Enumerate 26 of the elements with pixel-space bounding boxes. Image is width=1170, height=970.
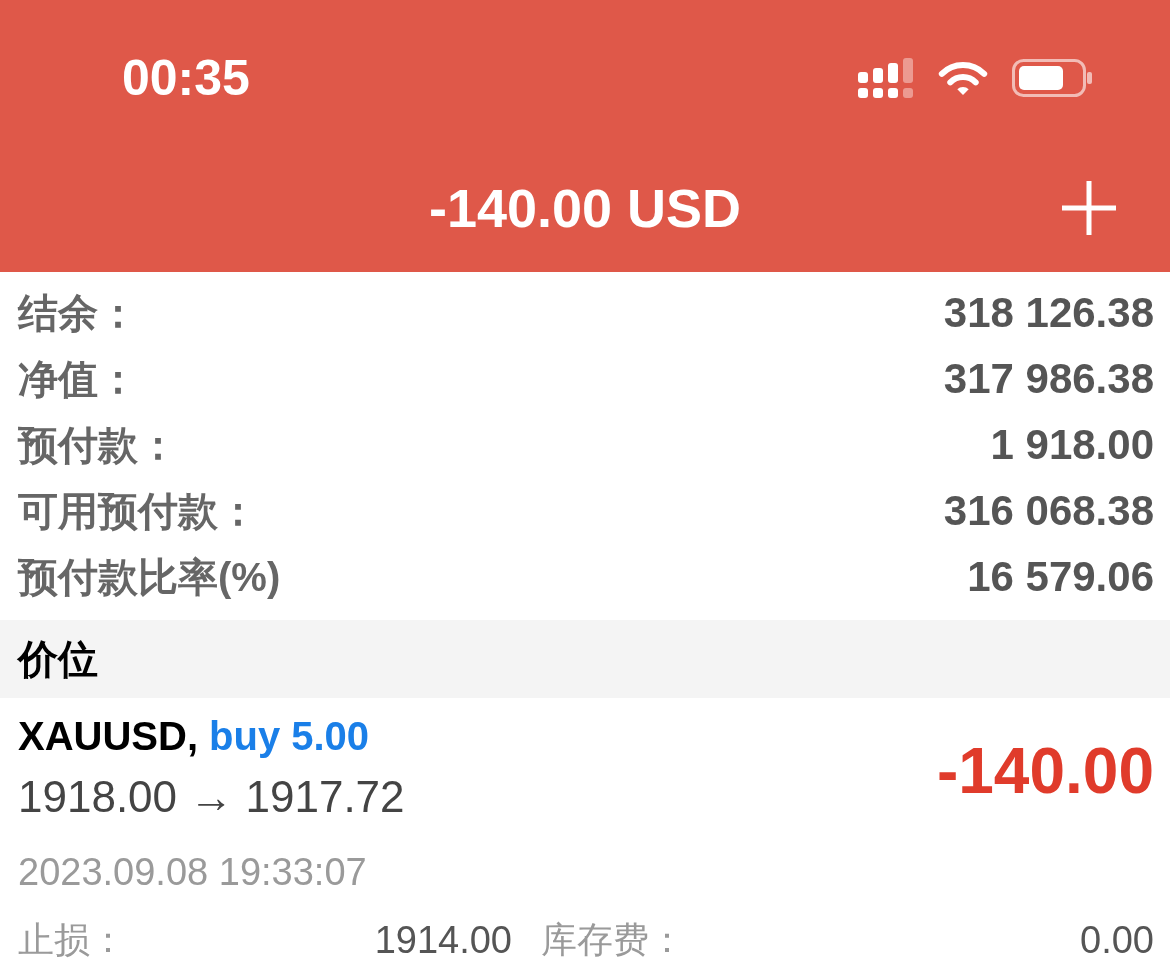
- price-change: 1918.00 → 1917.72: [18, 775, 405, 819]
- account-value: 1 918.00: [990, 424, 1154, 466]
- position-symbol: XAUUSD,: [18, 716, 199, 756]
- account-label: 预付款比率(%): [18, 557, 281, 597]
- detail-value: 1914.00: [374, 921, 512, 959]
- account-label: 预付款：: [18, 425, 178, 465]
- position-profit: -140.00: [936, 739, 1154, 803]
- account-value: 317 986.38: [943, 358, 1154, 400]
- battery-icon: [1012, 59, 1092, 97]
- account-value: 16 579.06: [967, 556, 1154, 598]
- account-label: 净值：: [18, 359, 138, 399]
- detail-value: 0.00: [1080, 921, 1154, 959]
- account-value: 316 068.38: [943, 490, 1154, 532]
- header-title: -140.00 USD: [428, 181, 742, 235]
- signal-icon: [858, 58, 914, 98]
- section-title: 价位: [18, 639, 98, 679]
- status-time: 00:35: [122, 53, 250, 103]
- detail-label: 库存费：: [541, 922, 685, 958]
- account-label: 结余：: [18, 293, 138, 333]
- open-time: 2023.09.08 19:33:07: [18, 853, 367, 891]
- add-icon[interactable]: [1062, 181, 1116, 235]
- wifi-icon: [938, 60, 988, 96]
- detail-label: 止损：: [18, 922, 126, 958]
- order-type: buy 5.00: [209, 716, 370, 756]
- account-label: 可用预付款：: [18, 491, 258, 531]
- account-value: 318 126.38: [943, 292, 1154, 334]
